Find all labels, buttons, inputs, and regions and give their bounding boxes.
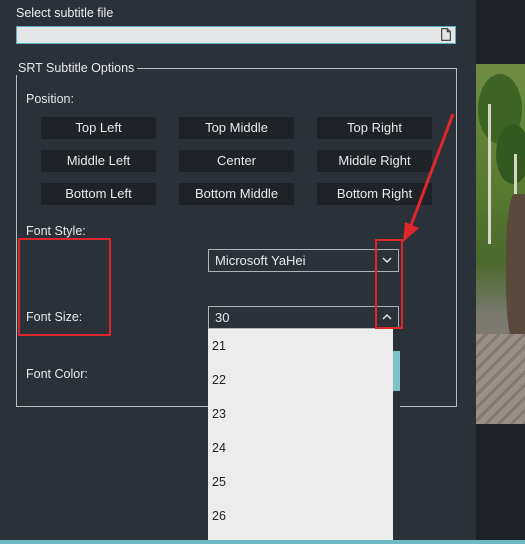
dropdown-scrollbar[interactable] (393, 329, 400, 544)
dropdown-option[interactable]: 25 (212, 475, 226, 489)
position-top-middle-button[interactable]: Top Middle (179, 117, 294, 139)
dropdown-option[interactable]: 24 (212, 441, 226, 455)
subtitle-file-input[interactable] (16, 26, 456, 44)
preview-bottom-area (476, 424, 525, 544)
position-center-button[interactable]: Center (179, 150, 294, 172)
position-label: Position: (26, 92, 74, 106)
preview-top-area (476, 0, 525, 64)
annotation-box-labels (18, 238, 111, 336)
font-size-select[interactable]: 30 (208, 306, 399, 329)
annotation-arrow-icon (403, 113, 455, 242)
font-style-select[interactable]: Microsoft YaHei (208, 249, 399, 272)
annotation-box-arrows (375, 239, 403, 329)
dropdown-option[interactable]: 22 (212, 373, 226, 387)
dropdown-option[interactable]: 26 (212, 509, 226, 523)
dropdown-scrollbar-thumb[interactable] (393, 351, 400, 391)
video-preview (476, 64, 525, 424)
srt-options-title: SRT Subtitle Options (15, 61, 138, 75)
dropdown-option[interactable]: 23 (212, 407, 226, 421)
font-size-dropdown-list: 21 22 23 24 25 26 (208, 329, 400, 544)
select-subtitle-file-label: Select subtitle file (16, 6, 114, 20)
file-icon[interactable] (441, 28, 451, 41)
position-bottom-left-button[interactable]: Bottom Left (41, 183, 156, 205)
position-top-left-button[interactable]: Top Left (41, 117, 156, 139)
font-size-value: 30 (215, 310, 230, 325)
position-bottom-middle-button[interactable]: Bottom Middle (179, 183, 294, 205)
font-style-value: Microsoft YaHei (215, 253, 306, 268)
font-style-label: Font Style: (26, 224, 86, 238)
dropdown-option[interactable]: 21 (212, 339, 226, 353)
position-middle-left-button[interactable]: Middle Left (41, 150, 156, 172)
bottom-accent-bar (0, 540, 525, 544)
font-color-label: Font Color: (26, 367, 88, 381)
